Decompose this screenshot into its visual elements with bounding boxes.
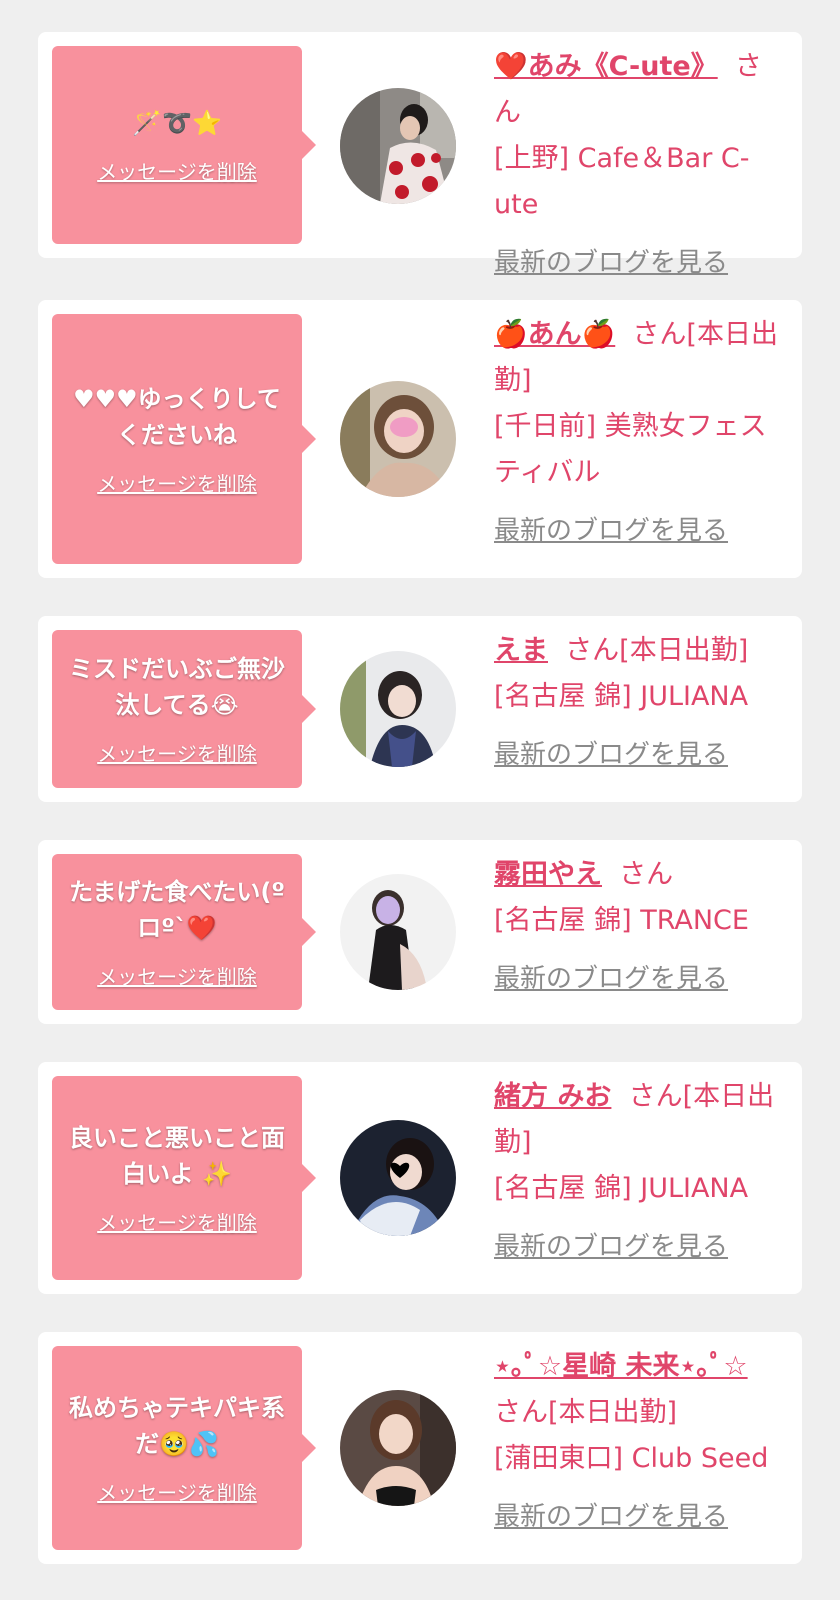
cast-name-link[interactable]: 🍎あん🍎 xyxy=(494,319,615,350)
delete-message-link[interactable]: メッセージを削除 xyxy=(64,1210,290,1236)
cast-name-link[interactable]: 霧田やえ xyxy=(494,859,602,890)
cast-info: ❤️あみ《C-ute》 さん [上野] Cafe＆Bar C-ute 最新のブロ… xyxy=(494,44,786,286)
honorific: さん[本日出勤] xyxy=(565,635,749,666)
cast-name-link[interactable]: ⋆｡ﾟ☆星崎 未来⋆｡ﾟ☆ xyxy=(494,1351,748,1382)
avatar-photo xyxy=(340,381,456,497)
shop-name: [名古屋 錦] TRANCE xyxy=(494,905,749,936)
avatar-photo xyxy=(340,651,456,767)
avatar-photo xyxy=(340,1390,456,1506)
message-bubble: 🪄➰⭐ メッセージを削除 xyxy=(52,46,316,244)
avatar-photo xyxy=(340,874,456,990)
message-text: ♥♥♥ゆっくりしてくださいね xyxy=(73,385,281,449)
cast-name-link[interactable]: えま xyxy=(494,635,548,666)
shop-name: [千日前] 美熟女フェスティバル xyxy=(494,411,767,488)
avatar[interactable] xyxy=(340,1390,456,1506)
shop-name: [名古屋 錦] JULIANA xyxy=(494,1173,749,1204)
message-bubble: 私めちゃテキパキ系だ🥹💦 メッセージを削除 xyxy=(52,1346,316,1550)
cast-info: えま さん[本日出勤] [名古屋 錦] JULIANA 最新のブログを見る xyxy=(494,628,786,778)
latest-blog-link[interactable]: 最新のブログを見る xyxy=(494,732,728,778)
honorific: さん xyxy=(619,859,674,890)
message-bubble: 良いこと悪いこと面白いよ ✨ メッセージを削除 xyxy=(52,1076,316,1280)
message-text: 良いこと悪いこと面白いよ ✨ xyxy=(69,1124,285,1188)
message-card: ミスドだいぶご無沙汰してる😭 メッセージを削除 えま さん[本日出勤] [名古屋… xyxy=(38,616,802,802)
message-bubble: たまげた食べたい(ºロº`❤️ メッセージを削除 xyxy=(52,854,316,1010)
cast-info: ⋆｡ﾟ☆星崎 未来⋆｡ﾟ☆ さん[本日出勤] [蒲田東口] Club Seed … xyxy=(494,1344,786,1540)
avatar[interactable] xyxy=(340,381,456,497)
shop-name: [蒲田東口] Club Seed xyxy=(494,1443,769,1474)
cast-name-link[interactable]: 緒方 みお xyxy=(494,1081,611,1112)
avatar-photo xyxy=(340,1120,456,1236)
latest-blog-link[interactable]: 最新のブログを見る xyxy=(494,508,728,554)
cast-info: 緒方 みお さん[本日出勤] [名古屋 錦] JULIANA 最新のブログを見る xyxy=(494,1074,786,1270)
delete-message-link[interactable]: メッセージを削除 xyxy=(64,1480,290,1506)
message-card: 🪄➰⭐ メッセージを削除 ❤️あみ《C-ute》 さん [上野] Cafe＆Ba… xyxy=(38,32,802,278)
latest-blog-link[interactable]: 最新のブログを見る xyxy=(494,956,728,1002)
avatar[interactable] xyxy=(340,874,456,990)
delete-message-link[interactable]: メッセージを削除 xyxy=(64,159,290,185)
message-text: ミスドだいぶご無沙汰してる😭 xyxy=(69,655,285,719)
avatar[interactable] xyxy=(340,1120,456,1236)
shop-name: [名古屋 錦] JULIANA xyxy=(494,681,749,712)
message-bubble: ♥♥♥ゆっくりしてくださいね メッセージを削除 xyxy=(52,314,316,564)
avatar-photo xyxy=(340,88,456,204)
cast-info: 霧田やえ さん [名古屋 錦] TRANCE 最新のブログを見る xyxy=(494,852,786,1002)
message-card: 良いこと悪いこと面白いよ ✨ メッセージを削除 緒方 みお さん[本日出勤] [… xyxy=(38,1062,802,1294)
latest-blog-link[interactable]: 最新のブログを見る xyxy=(494,1494,728,1540)
message-text: 私めちゃテキパキ系だ🥹💦 xyxy=(69,1394,285,1458)
message-card: 私めちゃテキパキ系だ🥹💦 メッセージを削除 ⋆｡ﾟ☆星崎 未来⋆｡ﾟ☆ さん[本… xyxy=(38,1332,802,1564)
message-text: たまげた食べたい(ºロº`❤️ xyxy=(69,878,285,942)
message-card: ♥♥♥ゆっくりしてくださいね メッセージを削除 🍎あん🍎 さん[本日出勤] [千… xyxy=(38,300,802,578)
message-card: たまげた食べたい(ºロº`❤️ メッセージを削除 霧田やえ さん [名古屋 錦]… xyxy=(38,840,802,1024)
honorific: さん[本日出勤] xyxy=(494,1397,678,1428)
latest-blog-link[interactable]: 最新のブログを見る xyxy=(494,240,728,286)
shop-name: [上野] Cafe＆Bar C-ute xyxy=(494,143,750,220)
message-text: 🪄➰⭐ xyxy=(132,109,222,137)
avatar[interactable] xyxy=(340,88,456,204)
latest-blog-link[interactable]: 最新のブログを見る xyxy=(494,1224,728,1270)
cast-info: 🍎あん🍎 さん[本日出勤] [千日前] 美熟女フェスティバル 最新のブログを見る xyxy=(494,312,786,554)
message-bubble: ミスドだいぶご無沙汰してる😭 メッセージを削除 xyxy=(52,630,316,788)
cast-name-link[interactable]: ❤️あみ《C-ute》 xyxy=(494,51,718,82)
delete-message-link[interactable]: メッセージを削除 xyxy=(64,964,290,990)
delete-message-link[interactable]: メッセージを削除 xyxy=(64,741,290,767)
avatar[interactable] xyxy=(340,651,456,767)
delete-message-link[interactable]: メッセージを削除 xyxy=(64,471,290,497)
